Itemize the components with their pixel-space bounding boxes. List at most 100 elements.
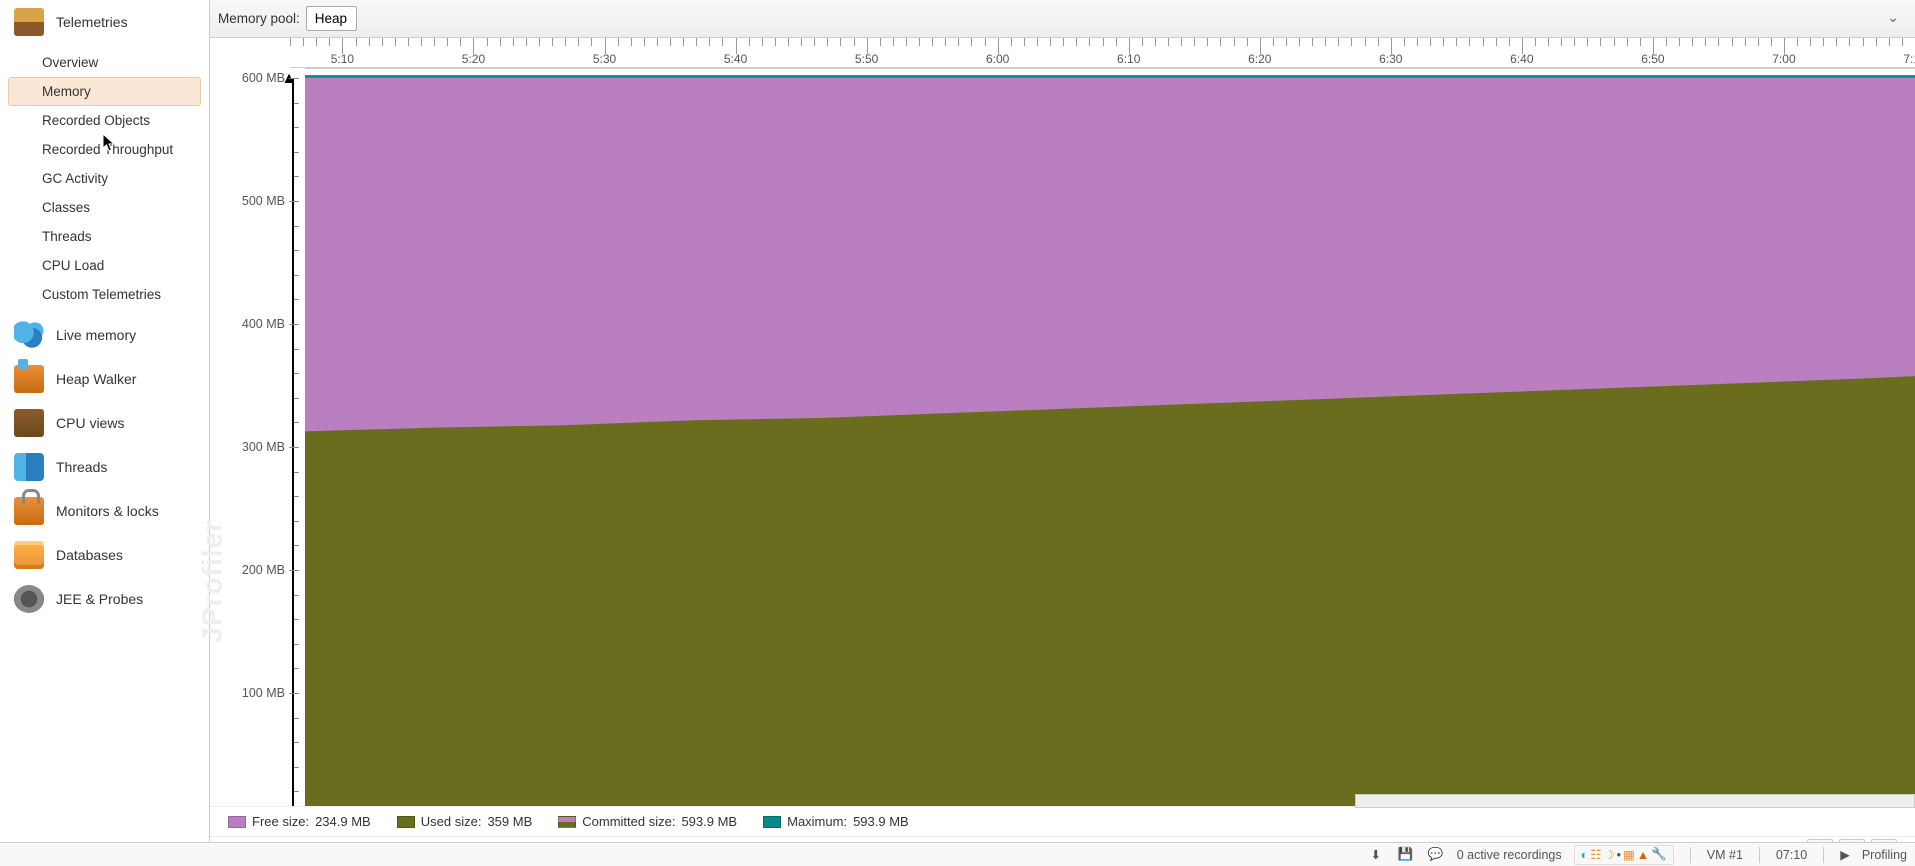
sidebar-item-overview[interactable]: Overview xyxy=(8,48,201,77)
time-tick-minor xyxy=(1876,38,1877,46)
sidebar-item-recorded-objects[interactable]: Recorded Objects xyxy=(8,106,201,135)
legend-label: Free size: xyxy=(252,814,309,829)
time-tick-label: 6:50 xyxy=(1641,52,1664,66)
time-tick-minor xyxy=(958,38,959,46)
legend-swatch xyxy=(397,816,415,828)
time-tick-minor xyxy=(1836,38,1837,46)
sidebar-section-threads[interactable]: Threads xyxy=(0,445,209,489)
time-tick-label: 6:40 xyxy=(1510,52,1533,66)
time-tick-minor xyxy=(893,38,894,46)
y-axis-tick-minor xyxy=(294,595,299,596)
time-tick-minor xyxy=(657,38,658,46)
sidebar-section-jee-probes[interactable]: JEE & Probes xyxy=(0,577,209,621)
sidebar-item-custom-telemetries[interactable]: Custom Telemetries xyxy=(8,280,201,309)
time-tick-minor xyxy=(722,38,723,46)
sidebar-item-gc-activity[interactable]: GC Activity xyxy=(8,164,201,193)
time-tick-minor xyxy=(1574,38,1575,46)
sidebar-section-label: CPU views xyxy=(56,415,124,431)
sidebar-section-label: Monitors & locks xyxy=(56,503,159,519)
time-tick-minor xyxy=(303,38,304,46)
time-tick-minor xyxy=(1496,38,1497,46)
chart-plot-area[interactable] xyxy=(305,68,1915,806)
sidebar-item-cpu-load[interactable]: CPU Load xyxy=(8,251,201,280)
sidebar-section-live-memory[interactable]: Live memory xyxy=(0,313,209,357)
save-icon[interactable]: 💾 xyxy=(1397,846,1415,864)
time-tick-label: 6:20 xyxy=(1248,52,1271,66)
time-tick-minor xyxy=(1600,38,1601,46)
memory-pool-bar: Memory pool: Heap xyxy=(210,0,1915,38)
time-tick-minor xyxy=(854,38,855,46)
time-tick-minor xyxy=(631,38,632,46)
time-tick-minor xyxy=(382,38,383,46)
time-tick-minor xyxy=(1037,38,1038,46)
time-tick-minor xyxy=(1561,38,1562,46)
time-tick-minor xyxy=(696,38,697,46)
sidebar-section-monitors-locks[interactable]: Monitors & locks xyxy=(0,489,209,533)
time-tick-label: 7:00 xyxy=(1772,52,1795,66)
time-tick-label: 5:40 xyxy=(724,52,747,66)
sidebar-item-threads[interactable]: Threads xyxy=(8,222,201,251)
main-panel: Memory pool: Heap 5:105:205:305:405:506:… xyxy=(210,0,1915,866)
time-tick-minor xyxy=(1299,38,1300,46)
time-tick-minor xyxy=(591,38,592,46)
memory-pool-select[interactable]: Heap xyxy=(306,6,357,31)
time-tick-minor xyxy=(788,38,789,46)
y-axis-tick-minor xyxy=(294,226,299,227)
legend-value: 593.9 MB xyxy=(853,814,909,829)
y-axis-tick-minor xyxy=(294,472,299,473)
profiling-mode-icon: ▶ xyxy=(1840,847,1850,862)
time-tick-minor xyxy=(1469,38,1470,46)
legend-item: Free size: 234.9 MB xyxy=(228,814,371,829)
sidebar-section-databases[interactable]: Databases xyxy=(0,533,209,577)
time-tick-minor xyxy=(1194,38,1195,46)
time-tick-minor xyxy=(1640,38,1641,46)
time-tick-label: 6:30 xyxy=(1379,52,1402,66)
time-tick-label: 5:20 xyxy=(462,52,485,66)
time-tick-minor xyxy=(945,38,946,46)
monitors-locks-icon xyxy=(14,497,44,525)
time-tick-label: 5:10 xyxy=(331,52,354,66)
live-memory-icon xyxy=(14,321,44,349)
time-tick-minor xyxy=(1902,38,1903,46)
time-tick-minor xyxy=(644,38,645,46)
time-tick-minor xyxy=(919,38,920,46)
horizontal-scrollbar[interactable] xyxy=(1355,794,1915,808)
sidebar-section-heap-walker[interactable]: Heap Walker xyxy=(0,357,209,401)
sidebar-section-label: Live memory xyxy=(56,327,136,343)
y-axis-tick-minor xyxy=(294,127,299,128)
y-axis-tick-minor xyxy=(294,496,299,497)
y-axis-tick-minor xyxy=(294,791,299,792)
record-add-icon[interactable]: ⬇ xyxy=(1367,846,1385,864)
sidebar-item-memory[interactable]: Memory xyxy=(8,77,201,106)
time-tick-minor xyxy=(513,38,514,46)
time-tick-minor xyxy=(1378,38,1379,46)
y-axis-tick xyxy=(289,324,299,325)
time-tick-minor xyxy=(1587,38,1588,46)
sidebar-section-telemetries[interactable]: Telemetries xyxy=(0,0,209,44)
time-tick-minor xyxy=(1076,38,1077,46)
y-axis-tick-minor xyxy=(294,152,299,153)
databases-icon xyxy=(14,541,44,569)
time-tick-minor xyxy=(618,38,619,46)
time-tick-minor xyxy=(827,38,828,46)
time-tick-minor xyxy=(971,38,972,46)
time-tick-minor xyxy=(1863,38,1864,46)
time-tick-minor xyxy=(1483,38,1484,46)
sidebar-item-recorded-throughput[interactable]: Recorded Throughput xyxy=(8,135,201,164)
time-tick-minor xyxy=(1614,38,1615,46)
y-axis-tick-minor xyxy=(294,545,299,546)
time-tick-minor xyxy=(487,38,488,46)
time-tick-minor xyxy=(932,38,933,46)
time-tick-label: 7:10 xyxy=(1903,52,1915,66)
sidebar-section-label: JEE & Probes xyxy=(56,591,143,607)
time-tick-minor xyxy=(1234,38,1235,46)
telemetries-icon xyxy=(14,8,44,36)
sidebar-item-classes[interactable]: Classes xyxy=(8,193,201,222)
time-tick-minor xyxy=(1627,38,1628,46)
time-tick-minor xyxy=(1351,38,1352,46)
status-bar: ⬇ 💾 💬 0 active recordings ◐☷☽•▦▲🔧 VM #1 … xyxy=(0,842,1915,866)
sidebar-section-cpu-views[interactable]: CPU views xyxy=(0,401,209,445)
recording-indicators[interactable]: ◐☷☽•▦▲🔧 xyxy=(1574,845,1674,865)
time-tick-label: 6:10 xyxy=(1117,52,1140,66)
time-tick-minor xyxy=(1089,38,1090,46)
